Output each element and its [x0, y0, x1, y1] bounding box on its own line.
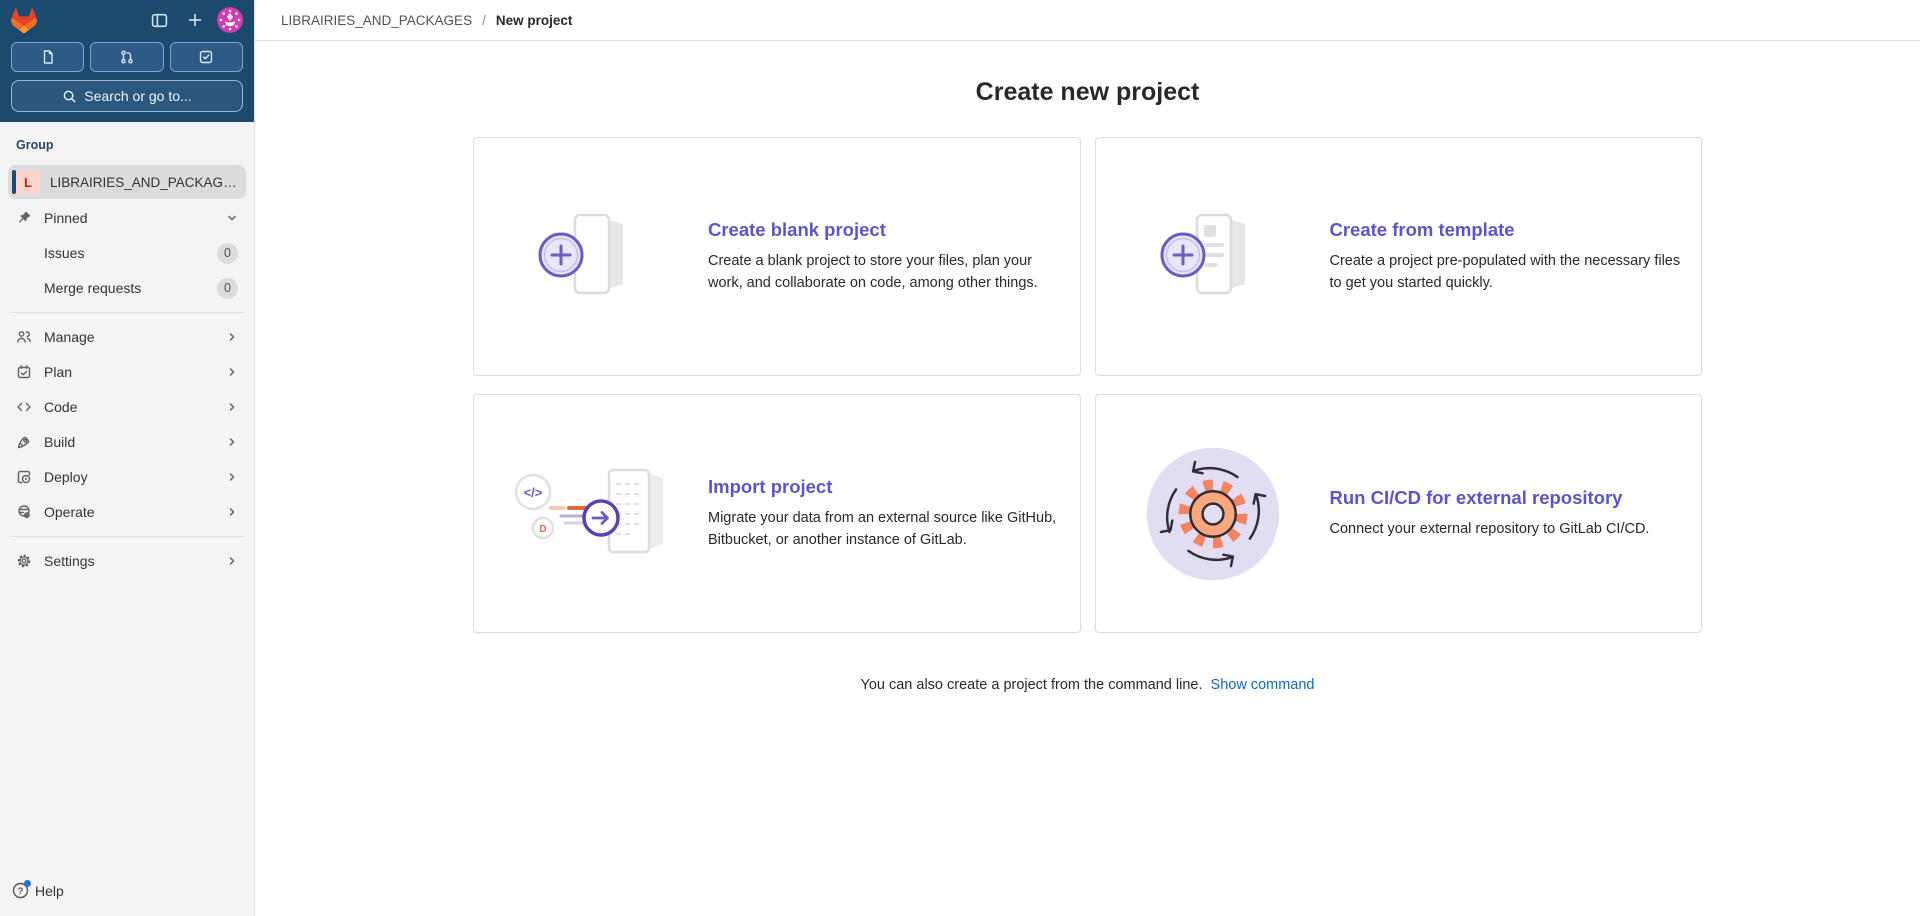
command-line-hint: You can also create a project from the c…: [255, 677, 1920, 693]
svg-text:?: ?: [18, 886, 24, 897]
sidebar-toggle-icon[interactable]: [145, 6, 173, 34]
pin-icon: [16, 210, 32, 226]
issues-shortcut-button[interactable]: [11, 42, 85, 72]
pinned-label: Pinned: [44, 210, 88, 226]
sidebar-item-manage[interactable]: Manage: [8, 321, 246, 353]
chevron-down-icon: [226, 212, 238, 224]
help-label: Help: [35, 882, 64, 899]
svg-text:D: D: [539, 524, 546, 535]
command-line-text: You can also create a project from the c…: [860, 677, 1203, 693]
chevron-right-icon: [226, 506, 238, 518]
breadcrumb-group-link[interactable]: LIBRAIRIES_AND_PACKAGES: [281, 13, 472, 28]
sidebar-item-plan[interactable]: Plan: [8, 356, 246, 388]
main-content: LIBRAIRIES_AND_PACKAGES / New project Cr…: [255, 0, 1920, 916]
sidebar-divider: [10, 312, 244, 313]
sidebar-item-issues[interactable]: Issues 0: [8, 237, 246, 269]
chevron-right-icon: [226, 331, 238, 343]
group-avatar: L: [16, 170, 40, 194]
code-icon: [16, 399, 32, 415]
show-command-link[interactable]: Show command: [1211, 677, 1315, 693]
cicd-illustration-icon: [1096, 443, 1330, 585]
merge-requests-shortcut-button[interactable]: [90, 42, 164, 72]
search-icon: [63, 90, 76, 103]
create-blank-project-card[interactable]: Create blank project Create a blank proj…: [473, 137, 1081, 376]
super-sidebar: Search or go to... Group L LIBRAIRIES_AN…: [0, 0, 255, 916]
users-icon: [16, 329, 32, 345]
breadcrumb: LIBRAIRIES_AND_PACKAGES / New project: [255, 0, 1920, 41]
import-illustration-icon: </> D: [474, 464, 708, 564]
help-button[interactable]: ? Help: [12, 880, 64, 899]
run-cicd-description: Connect your external repository to GitL…: [1329, 520, 1650, 537]
context-section-label: Group: [16, 138, 54, 152]
create-blank-project-description: Create a blank project to store your fil…: [708, 252, 1038, 291]
help-notification-dot: [24, 880, 31, 887]
import-project-description: Migrate your data from an external sourc…: [708, 509, 1057, 548]
issue-document-icon: [43, 50, 53, 64]
sidebar-item-pinned[interactable]: Pinned: [8, 202, 246, 234]
search-placeholder: Search or go to...: [84, 88, 192, 104]
gitlab-logo[interactable]: [11, 7, 37, 33]
blank-project-illustration-icon: [474, 209, 708, 305]
create-new-plus-icon[interactable]: [181, 6, 209, 34]
sidebar-item-settings[interactable]: Settings: [8, 545, 246, 577]
sidebar-item-merge-requests[interactable]: Merge requests 0: [8, 272, 246, 304]
gear-icon: [16, 553, 32, 569]
run-cicd-card[interactable]: Run CI/CD for external repository Connec…: [1094, 394, 1702, 633]
svg-text:</>: </>: [524, 485, 543, 500]
sidebar-item-operate[interactable]: Operate: [8, 496, 246, 528]
calendar-icon: [16, 364, 32, 380]
search-input[interactable]: Search or go to...: [11, 80, 243, 112]
run-cicd-link[interactable]: Run CI/CD for external repository: [1330, 487, 1682, 509]
chevron-right-icon: [226, 436, 238, 448]
chevron-right-icon: [226, 366, 238, 378]
merge-request-icon: [121, 50, 133, 64]
import-project-link[interactable]: Import project: [708, 476, 1060, 498]
import-project-card[interactable]: </> D Import project Migrate your data f…: [473, 394, 1081, 633]
sidebar-item-code[interactable]: Code: [8, 391, 246, 423]
sidebar-item-group[interactable]: L LIBRAIRIES_AND_PACKAGES: [8, 165, 246, 199]
chevron-right-icon: [226, 555, 238, 567]
rocket-icon: [16, 434, 32, 450]
chevron-right-icon: [226, 471, 238, 483]
project-options-grid: Create blank project Create a blank proj…: [473, 137, 1702, 633]
deploy-icon: [16, 469, 32, 485]
help-icon: ?: [12, 880, 31, 899]
create-from-template-description: Create a project pre-populated with the …: [1329, 252, 1681, 291]
group-name: LIBRAIRIES_AND_PACKAGES: [50, 174, 238, 190]
page-title: Create new project: [975, 78, 1200, 106]
sidebar-header: Search or go to...: [0, 0, 254, 122]
create-from-template-link[interactable]: Create from template: [1330, 219, 1682, 241]
breadcrumb-separator: /: [482, 12, 486, 28]
todo-list-shortcut-button[interactable]: [169, 42, 243, 72]
create-from-template-card[interactable]: Create from template Create a project pr…: [1094, 137, 1702, 376]
create-blank-project-link[interactable]: Create blank project: [708, 219, 1060, 241]
todo-check-icon: [200, 50, 213, 64]
operate-globe-icon: [16, 504, 32, 520]
sidebar-item-build[interactable]: Build: [8, 426, 246, 458]
chevron-right-icon: [226, 401, 238, 413]
sidebar-divider: [10, 536, 244, 537]
merge-requests-count-badge: 0: [217, 277, 238, 299]
template-illustration-icon: [1096, 209, 1330, 305]
issues-count-badge: 0: [217, 242, 238, 264]
breadcrumb-current-page: New project: [495, 12, 573, 28]
sidebar-item-deploy[interactable]: Deploy: [8, 461, 246, 493]
user-avatar[interactable]: [217, 7, 243, 33]
